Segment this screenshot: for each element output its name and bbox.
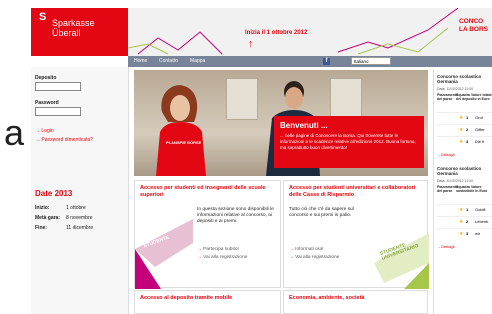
shirt-text: PLANSPIE BÖRSE bbox=[166, 140, 202, 145]
box-title[interactable]: Accesso per studenti universitari e coll… bbox=[289, 185, 429, 199]
brand-logo[interactable]: S Sparkasse Überall bbox=[31, 8, 128, 56]
box-title[interactable]: Accesso per studenti ed insegnanti delle… bbox=[140, 185, 280, 199]
ranking-panel: Concorso scolastico Germania Data: 11/10… bbox=[433, 70, 492, 314]
window-decoration bbox=[330, 78, 362, 120]
ranking-row: ★ 2 Lebenb bbox=[437, 216, 492, 227]
arrow-right-icon: → bbox=[197, 247, 202, 252]
date-row: Fine: 11 dicembre bbox=[35, 225, 94, 231]
ranking-header: Piazzamento del parse bbox=[437, 93, 459, 101]
star-icon: ★ bbox=[459, 115, 464, 121]
box-body: Tutto ciò che c'è da sapere sul concorso… bbox=[289, 207, 354, 218]
registrazione-link[interactable]: → Vai alla registrazione bbox=[197, 255, 247, 260]
dates-title: Date 2013 bbox=[35, 189, 73, 198]
box-studenti-superiori: Accesso per studenti ed insegnanti delle… bbox=[134, 180, 281, 289]
star-icon: ★ bbox=[459, 127, 464, 133]
nav-contatto[interactable]: Contatto bbox=[159, 58, 178, 64]
login-link[interactable]: → Login bbox=[35, 128, 54, 134]
details-link[interactable]: →Dettagli bbox=[437, 152, 455, 157]
date-row: Inizio: 1 ottobre bbox=[35, 205, 86, 211]
arrow-right-icon: → bbox=[197, 255, 202, 260]
header-banner: Inizia il 1 ottobre 2012 ↑ CONCO LA BORS bbox=[128, 8, 492, 56]
welcome-box: Benvenuti ... ... nelle pagine di Conosc… bbox=[274, 116, 424, 168]
star-icon: ★ bbox=[459, 207, 464, 213]
welcome-text: ... nelle pagine di Conoscere la Borsa. … bbox=[280, 133, 416, 150]
star-icon: ★ bbox=[459, 139, 464, 145]
brand-tagline: Überall bbox=[52, 28, 81, 38]
registrazione-link[interactable]: → Vai alla registrazione bbox=[289, 255, 339, 260]
ranking-header: Piazzamento del parse bbox=[437, 185, 459, 193]
ranking-header: Squadra Valore totale del deposito in Eu… bbox=[456, 93, 492, 101]
hero-banner: PLANSPIE BÖRSE Benvenuti ... ... nelle p… bbox=[134, 70, 428, 176]
arrow-right-icon: → bbox=[289, 247, 294, 252]
deposito-label: Deposito bbox=[35, 75, 57, 81]
ranking-row: ★ 1 Grof bbox=[437, 112, 492, 123]
language-select[interactable]: Italiano bbox=[351, 57, 391, 65]
sidebar: Deposito Password → Login → Password dim… bbox=[31, 67, 129, 314]
arrow-right-icon: → bbox=[35, 137, 40, 143]
screenshot-frame: a S Sparkasse Überall Inizia il 1 ottobr… bbox=[0, 0, 492, 314]
box-mobile: Accesso al deposito tramite mobile bbox=[134, 290, 281, 314]
ranking-row: ★ 2 Giffer bbox=[437, 124, 492, 135]
brand-name: Sparkasse bbox=[52, 18, 95, 28]
arrow-up-icon: ↑ bbox=[248, 38, 254, 50]
welcome-title: Benvenuti ... bbox=[280, 121, 328, 130]
star-icon: ★ bbox=[459, 219, 464, 225]
informati-link[interactable]: → Informati ora! bbox=[289, 247, 323, 252]
ranking-row: ★ 3 Die fi bbox=[437, 136, 492, 147]
main-nav: Home Contatto Mappa bbox=[128, 56, 492, 67]
ranking-date: Data: 11/10/2012 11:00 bbox=[437, 179, 474, 183]
box-title[interactable]: Economia, ambiente, società bbox=[289, 295, 429, 302]
window-decoration bbox=[226, 78, 258, 120]
arrow-right-icon: → bbox=[35, 128, 40, 134]
nav-home[interactable]: Home bbox=[134, 58, 147, 64]
deposito-input[interactable] bbox=[35, 82, 81, 91]
arrow-right-icon: → bbox=[289, 255, 294, 260]
ranking-title: Concorso scolastico Germania bbox=[437, 166, 482, 176]
concorso-logo: CONCO LA BORS bbox=[459, 18, 489, 33]
password-input[interactable] bbox=[35, 107, 81, 116]
ranking-header: Squadra Valore sostenibile in Euro bbox=[456, 185, 488, 193]
banner-chart-lines bbox=[128, 8, 459, 55]
forgot-password-link[interactable]: → Password dimenticata? bbox=[35, 137, 93, 143]
date-row: Metà gara: 8 novembre bbox=[35, 215, 93, 221]
webpage: S Sparkasse Überall Inizia il 1 ottobre … bbox=[31, 8, 492, 314]
background-letter: a bbox=[4, 112, 25, 153]
ranking-row: ★ 1 Goldfi bbox=[437, 204, 492, 215]
box-body: In questa sezione sono disponibili le in… bbox=[197, 207, 274, 224]
facebook-icon[interactable]: f bbox=[323, 58, 330, 65]
box-title[interactable]: Accesso al deposito tramite mobile bbox=[140, 295, 280, 302]
password-label: Password bbox=[35, 100, 59, 106]
box-studenti-universitari: Accesso per studenti universitari e coll… bbox=[283, 180, 429, 289]
star-icon: ★ bbox=[459, 231, 464, 237]
student-girl-image: PLANSPIE BÖRSE bbox=[156, 85, 206, 176]
details-link[interactable]: →Dettagli bbox=[437, 244, 455, 249]
box-economia: Economia, ambiente, società bbox=[283, 290, 428, 314]
partecipa-link[interactable]: → Partecipa subito! bbox=[197, 247, 239, 252]
ranking-date: Data: 11/10/2012 11:00 bbox=[437, 87, 474, 91]
sparkasse-s-icon: S bbox=[39, 11, 47, 23]
ranking-title: Concorso scolastico Germania bbox=[437, 74, 482, 84]
nav-mappa[interactable]: Mappa bbox=[190, 58, 205, 64]
start-date-text: Inizia il 1 ottobre 2012 bbox=[245, 30, 308, 36]
ranking-row: ★ 3 wir bbox=[437, 228, 492, 239]
